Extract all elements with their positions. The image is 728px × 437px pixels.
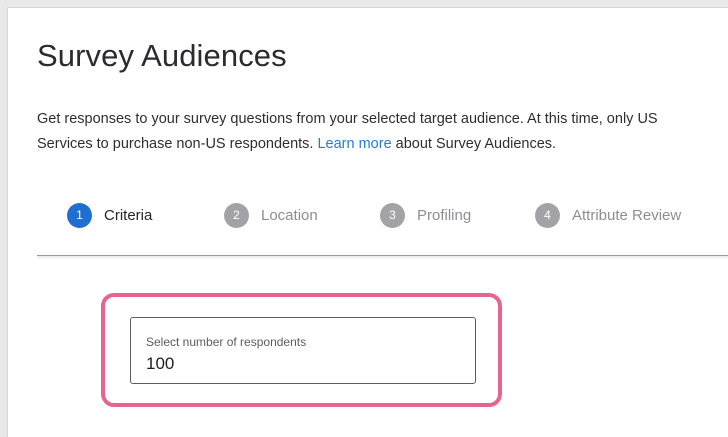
step-label: Profiling: [417, 206, 472, 224]
description-line-2: Services to purchase non-US respondents.…: [37, 132, 728, 157]
step-criteria[interactable]: 1 Criteria: [67, 202, 152, 228]
respondents-field-label: Select number of respondents: [146, 335, 307, 349]
step-number-badge: 4: [535, 202, 560, 228]
step-label: Location: [261, 206, 318, 224]
description-line-1: Get responses to your survey questions f…: [37, 111, 658, 127]
learn-more-link[interactable]: Learn more: [317, 136, 391, 152]
step-profiling[interactable]: 3 Profiling: [380, 202, 471, 228]
respondents-count-field[interactable]: Select number of respondents 100: [130, 317, 476, 384]
description-text-before-link: Services to purchase non-US respondents.: [37, 136, 318, 152]
respondents-field-value[interactable]: 100: [146, 354, 174, 374]
step-label: Attribute Review: [572, 206, 682, 224]
step-location[interactable]: 2 Location: [224, 202, 318, 228]
step-label: Criteria: [104, 206, 153, 224]
page-title: Survey Audiences: [37, 38, 287, 73]
survey-audiences-panel: Survey Audiences Get responses to your s…: [7, 7, 728, 437]
step-number-badge: 3: [380, 202, 405, 228]
step-number-badge: 2: [224, 202, 249, 228]
page-description: Get responses to your survey questions f…: [37, 107, 728, 157]
steps-divider: [37, 255, 728, 256]
step-attribute-review[interactable]: 4 Attribute Review: [535, 202, 681, 228]
step-number-badge: 1: [67, 202, 92, 228]
description-text-after-link: about Survey Audiences.: [391, 136, 557, 152]
